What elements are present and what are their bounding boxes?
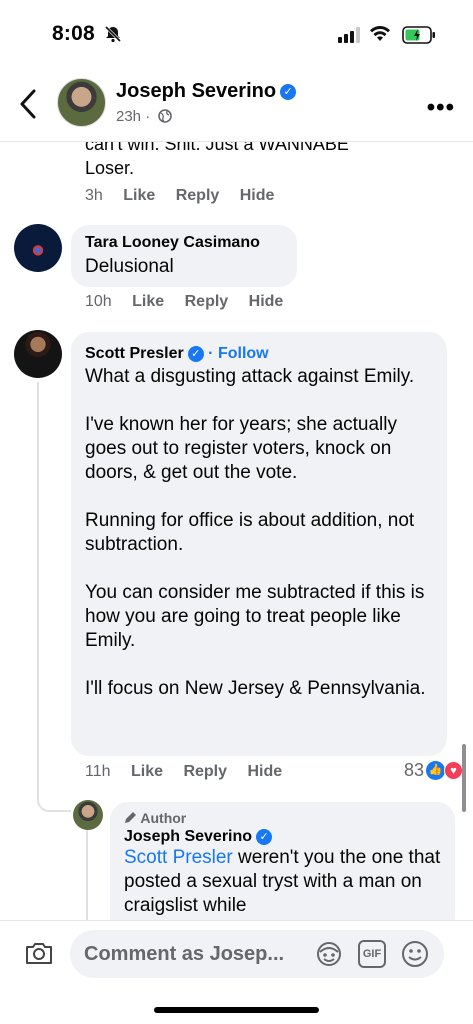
like-button[interactable]: Like (131, 763, 163, 780)
comment-paragraph: You can consider me subtracted if this i… (85, 582, 425, 651)
status-bar: 8:08 (0, 0, 473, 70)
love-reaction-icon: ♥ (444, 761, 463, 780)
comment-actions: 11h Like Reply Hide (85, 763, 298, 781)
reply-button[interactable]: Reply (183, 763, 227, 780)
comment-time: 11h (85, 763, 111, 780)
commenter-name[interactable]: Tara Looney Casimano (85, 234, 283, 252)
back-icon[interactable] (16, 86, 42, 122)
author-badge: Author (124, 810, 441, 826)
reply-button[interactable]: Reply (176, 187, 220, 204)
status-time: 8:08 (52, 22, 95, 45)
comment-placeholder: Comment as Josep... (84, 943, 285, 965)
comment-bubble: Author Joseph Severino ✓ Scott Presler we… (110, 802, 455, 920)
hide-button[interactable]: Hide (249, 293, 284, 310)
post-meta: 23h · (116, 108, 173, 125)
pencil-icon (125, 812, 136, 823)
thread-elbow (37, 782, 71, 812)
avatar-sticker-icon[interactable] (314, 940, 344, 968)
verified-icon: ✓ (187, 345, 204, 362)
commenter-name[interactable]: Joseph Severino ✓ (124, 828, 441, 846)
reply-button[interactable]: Reply (185, 293, 229, 310)
comments-list: can't win. Shit. Just a WANNABE Loser. 3… (0, 142, 473, 920)
comment-text: Delusional (85, 256, 174, 277)
comment-text: can't win. Shit. Just a WANNABE Loser. (85, 142, 349, 178)
wifi-icon (370, 25, 390, 41)
comment-text: Scott Presler weren't you the one that p… (124, 847, 441, 916)
battery-icon (402, 26, 435, 44)
more-icon[interactable]: ••• (427, 94, 455, 122)
like-button[interactable]: Like (123, 187, 155, 204)
reaction-count: 83 (403, 760, 424, 780)
avatar[interactable] (14, 330, 62, 378)
gif-icon[interactable]: GIF (358, 940, 386, 968)
page-title[interactable]: Joseph Severino ✓ (116, 80, 297, 103)
like-reaction-icon: 👍 (426, 761, 445, 780)
comment-paragraph: I'll focus on New Jersey & Pennsylvania. (85, 678, 426, 699)
scrollbar[interactable] (462, 744, 466, 812)
avatar[interactable] (73, 800, 103, 830)
bell-slash-icon (104, 25, 122, 43)
emoji-icon[interactable] (400, 939, 430, 969)
comment-time: 3h (85, 187, 103, 204)
post-time: 23h · (116, 108, 151, 125)
comment-bubble: Tara Looney Casimano Delusional (71, 225, 297, 287)
signal-icon (338, 27, 360, 43)
camera-icon[interactable] (24, 939, 54, 967)
follow-button[interactable]: · Follow (208, 345, 268, 362)
thread-line (37, 382, 39, 802)
comment-paragraph: Running for office is about addition, no… (85, 510, 415, 555)
avatar[interactable] (14, 224, 62, 272)
comment-time: 10h (85, 293, 112, 310)
comment-bubble: Scott Presler ✓ · Follow What a disgustin… (71, 332, 447, 756)
verified-icon: ✓ (280, 83, 297, 100)
avatar[interactable] (57, 78, 106, 127)
home-indicator (154, 1007, 319, 1013)
comment-paragraph: What a disgusting attack against Emily. (85, 366, 415, 387)
reaction-summary[interactable]: 83 👍 ♥ (404, 760, 463, 781)
comment-input[interactable]: Comment as Josep... GIF (70, 930, 444, 978)
comment-actions: 10h Like Reply Hide (85, 293, 299, 311)
like-button[interactable]: Like (132, 293, 164, 310)
hide-button[interactable]: Hide (240, 187, 275, 204)
mention-link[interactable]: Scott Presler (124, 847, 233, 868)
verified-icon: ✓ (256, 828, 273, 845)
post-header: Joseph Severino ✓ 23h · ••• (0, 70, 473, 142)
hide-button[interactable]: Hide (247, 763, 282, 780)
globe-icon (158, 109, 173, 123)
commenter-name[interactable]: Scott Presler ✓ · Follow (85, 345, 433, 363)
thread-line-reply (86, 830, 88, 920)
comment-paragraph: I've known her for years; she actually g… (85, 414, 397, 483)
header-name: Joseph Severino (116, 80, 277, 102)
comment-actions: 3h Like Reply Hide (85, 187, 290, 205)
